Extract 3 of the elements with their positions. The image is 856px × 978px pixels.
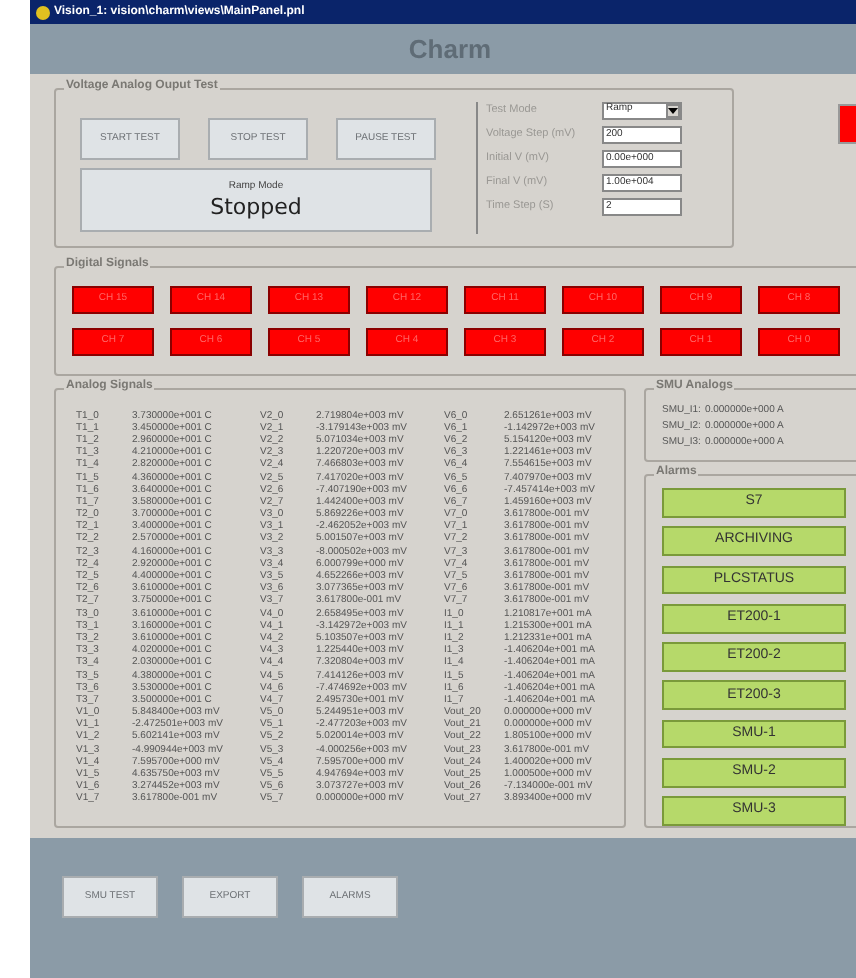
dropdown-icon — [666, 103, 680, 117]
app-icon — [36, 5, 50, 19]
status-text: Stopped — [210, 196, 302, 218]
